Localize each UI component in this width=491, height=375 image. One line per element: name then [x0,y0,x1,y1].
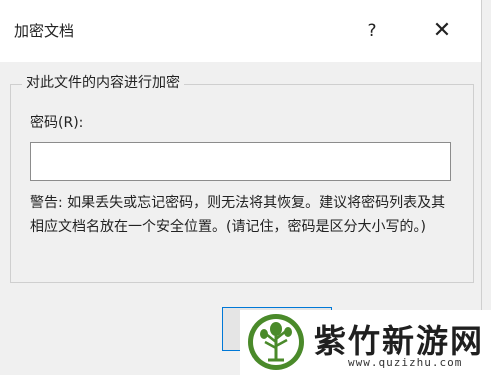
watermark-url: www.quzizhu.com [348,356,463,369]
group-title: 对此文件的内容进行加密 [22,72,184,92]
close-button[interactable]: ✕ [425,14,459,48]
password-input[interactable] [30,142,451,181]
bamboo-tree-logo-icon [248,314,304,370]
password-label: 密码(R): [30,115,84,131]
warning-text: 警告: 如果丢失或忘记密码，则无法将其恢复。建议将密码列表及其相应文档名放在一个… [30,195,446,235]
title-bar: 加密文档 ? ✕ [0,0,481,62]
dialog-title: 加密文档 [14,22,75,40]
help-button[interactable]: ? [355,14,389,48]
watermark: 紫竹新游网 www.quzizhu.com [240,310,491,375]
